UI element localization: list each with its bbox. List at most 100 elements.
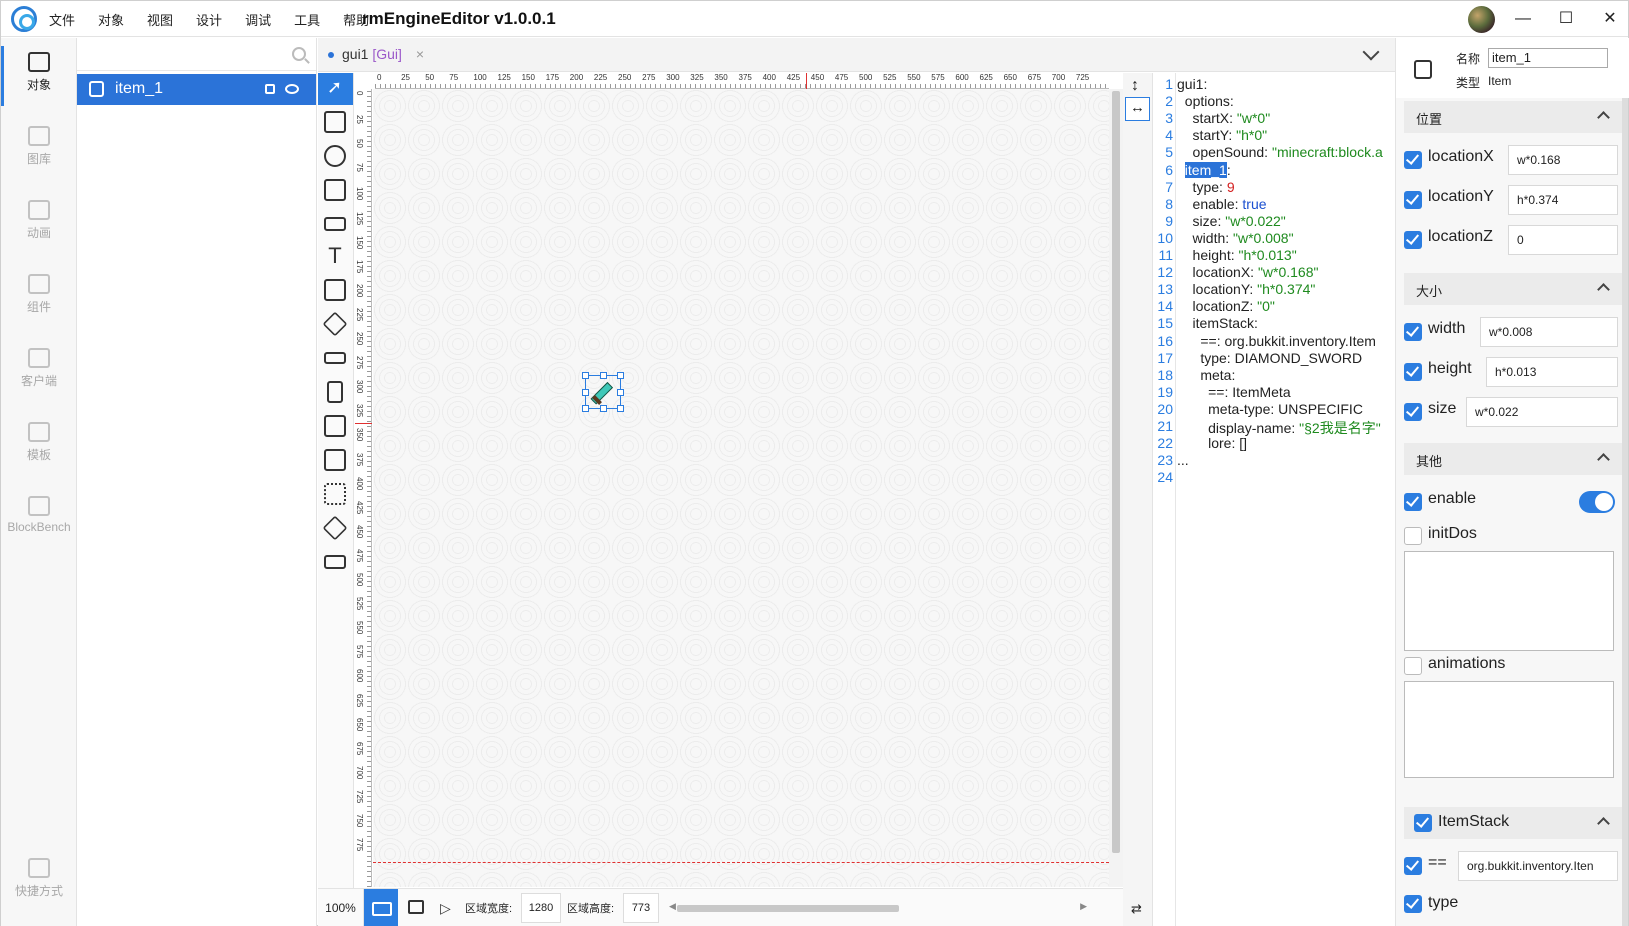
locationZ-input[interactable]: 0 bbox=[1508, 225, 1618, 255]
palette-tool-icon[interactable] bbox=[324, 145, 346, 167]
image-tool-icon[interactable] bbox=[324, 111, 346, 133]
properties-scrollbar[interactable] bbox=[1622, 98, 1628, 926]
code-line[interactable]: width: "w*0.008" bbox=[1177, 230, 1294, 246]
width-checkbox[interactable] bbox=[1404, 323, 1422, 341]
menu-view[interactable]: 视图 bbox=[147, 10, 173, 29]
section-itemstack[interactable]: ItemStack bbox=[1404, 807, 1622, 839]
area-height-input[interactable]: 773 bbox=[623, 893, 659, 923]
slots-tool-icon[interactable] bbox=[324, 483, 346, 505]
code-line[interactable]: height: "h*0.013" bbox=[1177, 247, 1297, 263]
code-line[interactable]: locationX: "w*0.168" bbox=[1177, 264, 1319, 280]
section-size[interactable]: 大小 bbox=[1404, 273, 1622, 305]
item-tool-icon[interactable] bbox=[324, 415, 346, 437]
eye-icon[interactable] bbox=[285, 84, 299, 94]
nav-item-client[interactable]: 客户端 bbox=[1, 348, 77, 389]
height-checkbox[interactable] bbox=[1404, 363, 1422, 381]
enable-toggle[interactable] bbox=[1579, 491, 1615, 513]
locationZ-checkbox[interactable] bbox=[1404, 231, 1422, 249]
scroll-thumb[interactable] bbox=[677, 905, 899, 912]
code-line[interactable]: type: 9 bbox=[1177, 179, 1235, 195]
code-line[interactable]: gui1: bbox=[1177, 76, 1207, 92]
zoom-level[interactable]: 100% bbox=[318, 889, 364, 926]
scroll-left-icon[interactable]: ◀ bbox=[669, 901, 676, 912]
resize-handle[interactable] bbox=[617, 372, 624, 379]
section-position[interactable]: 位置 bbox=[1404, 101, 1622, 133]
code-line[interactable]: openSound: "minecraft:block.a bbox=[1177, 144, 1383, 160]
resize-handle[interactable] bbox=[582, 389, 589, 396]
locationY-input[interactable]: h*0.374 bbox=[1508, 185, 1618, 215]
resize-handle[interactable] bbox=[582, 405, 589, 412]
background-image-icon[interactable] bbox=[408, 900, 424, 914]
button-tool-icon[interactable] bbox=[324, 217, 346, 231]
locationX-checkbox[interactable] bbox=[1404, 151, 1422, 169]
chevron-up-icon[interactable] bbox=[1597, 817, 1610, 830]
code-line[interactable]: lore: [] bbox=[1177, 435, 1247, 451]
code-line[interactable]: enable: true bbox=[1177, 196, 1267, 212]
chevron-up-icon[interactable] bbox=[1597, 283, 1610, 296]
cube-tool-icon[interactable] bbox=[322, 311, 348, 337]
eqeq-checkbox[interactable] bbox=[1404, 857, 1422, 875]
nav-item-animation[interactable]: 动画 bbox=[1, 200, 77, 241]
swap-icon[interactable]: ⇄ bbox=[1131, 901, 1142, 917]
animations-checkbox[interactable] bbox=[1404, 657, 1422, 675]
locationX-input[interactable]: w*0.168 bbox=[1508, 145, 1618, 175]
code-line[interactable]: ==: org.bukkit.inventory.Item bbox=[1177, 333, 1376, 349]
menu-tools[interactable]: 工具 bbox=[294, 10, 320, 29]
nav-item-blockbench[interactable]: BlockBench bbox=[1, 496, 77, 534]
minimize-button[interactable]: — bbox=[1510, 7, 1536, 31]
chevron-down-icon[interactable] bbox=[1362, 43, 1380, 61]
initDos-textarea[interactable] bbox=[1404, 551, 1614, 651]
nav-item-templates[interactable]: 模板 bbox=[1, 422, 77, 463]
chevron-up-icon[interactable] bbox=[1597, 111, 1610, 124]
maximize-button[interactable]: ☐ bbox=[1553, 7, 1579, 31]
keyboard-mode-button[interactable] bbox=[364, 889, 398, 926]
section-other[interactable]: 其他 bbox=[1404, 443, 1622, 475]
scroll-right-icon[interactable]: ▶ bbox=[1080, 901, 1087, 912]
locationY-checkbox[interactable] bbox=[1404, 191, 1422, 209]
nav-item-objects[interactable]: 对象 bbox=[1, 52, 77, 93]
resize-handle[interactable] bbox=[600, 405, 607, 412]
size-input[interactable]: w*0.022 bbox=[1466, 397, 1618, 427]
select-tool-button[interactable] bbox=[318, 73, 353, 105]
search-icon[interactable] bbox=[292, 47, 306, 61]
height-input[interactable]: h*0.013 bbox=[1486, 357, 1618, 387]
tab-close-icon[interactable]: × bbox=[416, 46, 424, 62]
nav-item-shortcuts[interactable]: 快捷方式 bbox=[1, 858, 77, 899]
object-search-input[interactable] bbox=[77, 38, 277, 70]
input-tool-icon[interactable] bbox=[324, 352, 346, 364]
chevron-up-icon[interactable] bbox=[1597, 453, 1610, 466]
initDos-checkbox[interactable] bbox=[1404, 527, 1422, 545]
name-input[interactable]: item_1 bbox=[1488, 48, 1608, 68]
split-vertical-icon[interactable]: ↕ bbox=[1131, 77, 1139, 95]
area-width-input[interactable]: 1280 bbox=[521, 893, 561, 923]
canvas-vertical-scrollbar[interactable] bbox=[1109, 89, 1123, 887]
code-line[interactable]: startX: "w*0" bbox=[1177, 110, 1271, 126]
code-line[interactable]: size: "w*0.022" bbox=[1177, 213, 1286, 229]
menu-debug[interactable]: 调试 bbox=[245, 10, 271, 29]
code-line[interactable]: options: bbox=[1177, 93, 1234, 109]
size-checkbox[interactable] bbox=[1404, 403, 1422, 421]
entity-tool-icon[interactable] bbox=[322, 515, 348, 541]
nav-item-gallery[interactable]: 图库 bbox=[1, 126, 77, 167]
close-window-button[interactable]: ✕ bbox=[1597, 7, 1623, 31]
text-tool-icon[interactable]: T bbox=[324, 245, 346, 267]
scroll-thumb[interactable] bbox=[1112, 91, 1120, 853]
eqeq-input[interactable]: org.bukkit.inventory.Iten bbox=[1458, 851, 1618, 881]
yaml-code-editor[interactable]: 1 2 3 4 5 6 7 8 9 10 11 12 13 14 15 16 17 18 19 20 21 22 23 24 g… bbox=[1153, 73, 1395, 926]
code-line[interactable]: ==: ItemMeta bbox=[1177, 384, 1291, 400]
resize-handle[interactable] bbox=[582, 372, 589, 379]
play-icon[interactable]: ▷ bbox=[440, 900, 451, 917]
user-avatar[interactable] bbox=[1468, 6, 1495, 33]
menu-file[interactable]: 文件 bbox=[49, 10, 75, 29]
tab-gui1[interactable]: gui1 [Gui] × bbox=[328, 46, 424, 62]
lock-icon[interactable] bbox=[265, 84, 275, 94]
checkbox-tool-icon[interactable] bbox=[324, 449, 346, 471]
object-list-item[interactable]: item_1 bbox=[77, 74, 316, 105]
scroll-tool-icon[interactable] bbox=[327, 381, 343, 403]
code-line[interactable]: ... bbox=[1177, 452, 1189, 468]
code-line[interactable]: item_1: bbox=[1177, 161, 1231, 178]
split-horizontal-button[interactable]: ↔ bbox=[1125, 97, 1150, 121]
menu-object[interactable]: 对象 bbox=[98, 10, 124, 29]
resize-handle[interactable] bbox=[617, 389, 624, 396]
code-line[interactable]: locationY: "h*0.374" bbox=[1177, 281, 1316, 297]
